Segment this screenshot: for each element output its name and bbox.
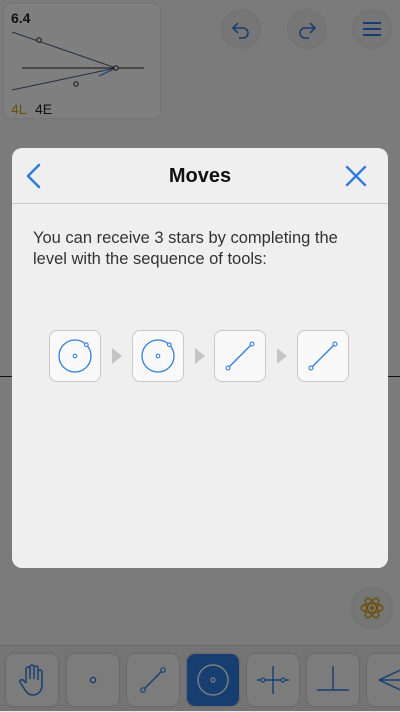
close-button[interactable] bbox=[342, 162, 370, 190]
line-icon bbox=[225, 341, 255, 371]
dialog-message: You can receive 3 stars by completing th… bbox=[33, 229, 338, 268]
moves-dialog: Moves You can receive 3 stars by complet… bbox=[12, 148, 388, 568]
close-icon bbox=[345, 165, 367, 187]
sequence-arrow bbox=[112, 348, 122, 364]
sequence-arrow bbox=[195, 348, 205, 364]
circle-icon bbox=[58, 339, 92, 373]
dialog-header: Moves bbox=[12, 148, 388, 204]
circle-icon bbox=[141, 339, 175, 373]
sequence-step-circle bbox=[132, 330, 184, 382]
line-icon bbox=[308, 341, 338, 371]
sequence-arrow bbox=[277, 348, 287, 364]
sequence-step-line bbox=[214, 330, 266, 382]
dialog-title: Moves bbox=[168, 165, 232, 187]
sequence-step-circle bbox=[49, 330, 101, 382]
sequence-step-line bbox=[297, 330, 349, 382]
